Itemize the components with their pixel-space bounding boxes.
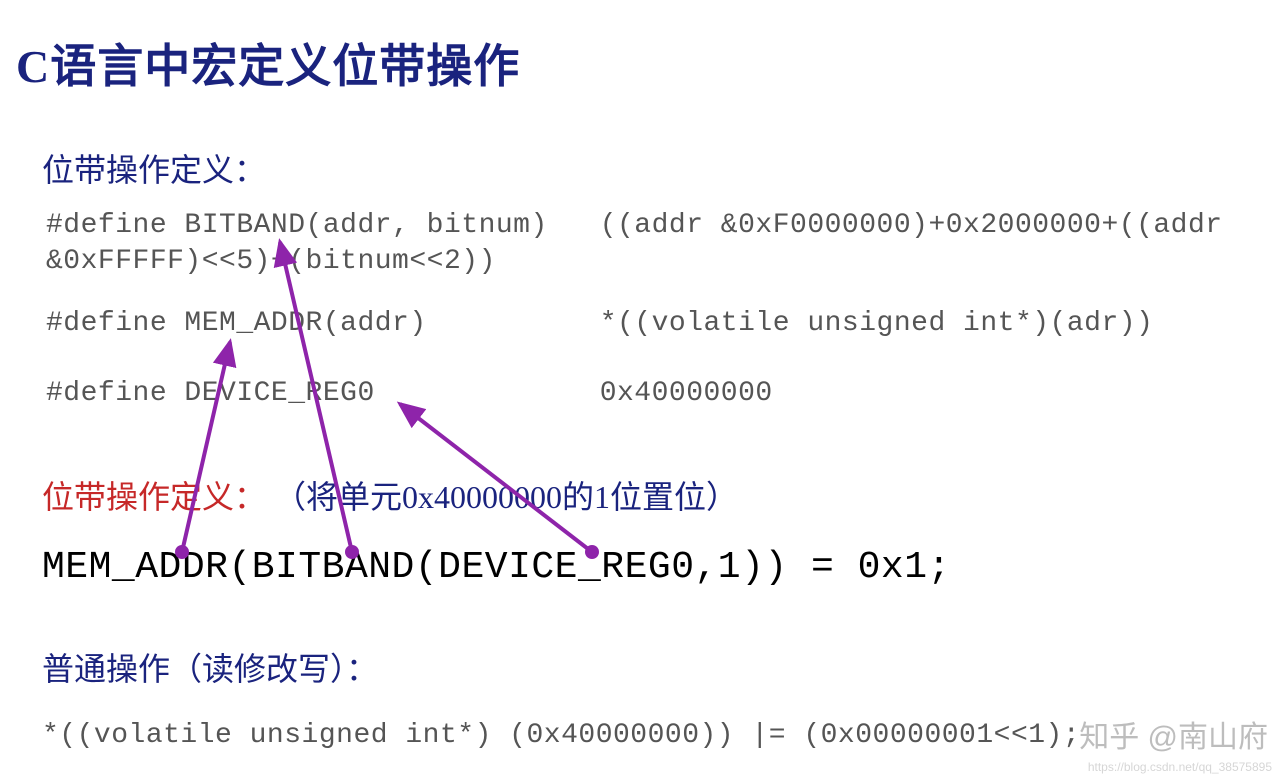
watermark-main: 知乎 @南山府 [1079,712,1268,756]
code-normal-op: *((volatile unsigned int*) (0x40000000))… [42,720,1080,751]
code-define-devicereg: #define DEVICE_REG0 0x40000000 [46,378,773,409]
section-heading-usage: 位带操作定义： （将单元0x40000000的1位置位） [42,472,738,518]
watermark-url: https://blog.csdn.net/qq_38575895 [1088,760,1272,774]
section-heading-definition: 位带操作定义： [42,145,266,191]
usage-heading-blue: （将单元0x40000000的1位置位） [274,479,738,515]
page-title: C语言中宏定义位带操作 [16,30,520,96]
section-heading-normal-op: 普通操作（读修改写）： [42,644,378,690]
code-define-memaddr: #define MEM_ADDR(addr) *((volatile unsig… [46,308,1153,339]
usage-heading-red: 位带操作定义： [42,479,266,515]
code-usage-line: MEM_ADDR(BITBAND(DEVICE_REG0,1)) = 0x1; [42,546,951,589]
code-define-bitband: #define BITBAND(addr, bitnum) ((addr &0x… [46,208,1223,281]
